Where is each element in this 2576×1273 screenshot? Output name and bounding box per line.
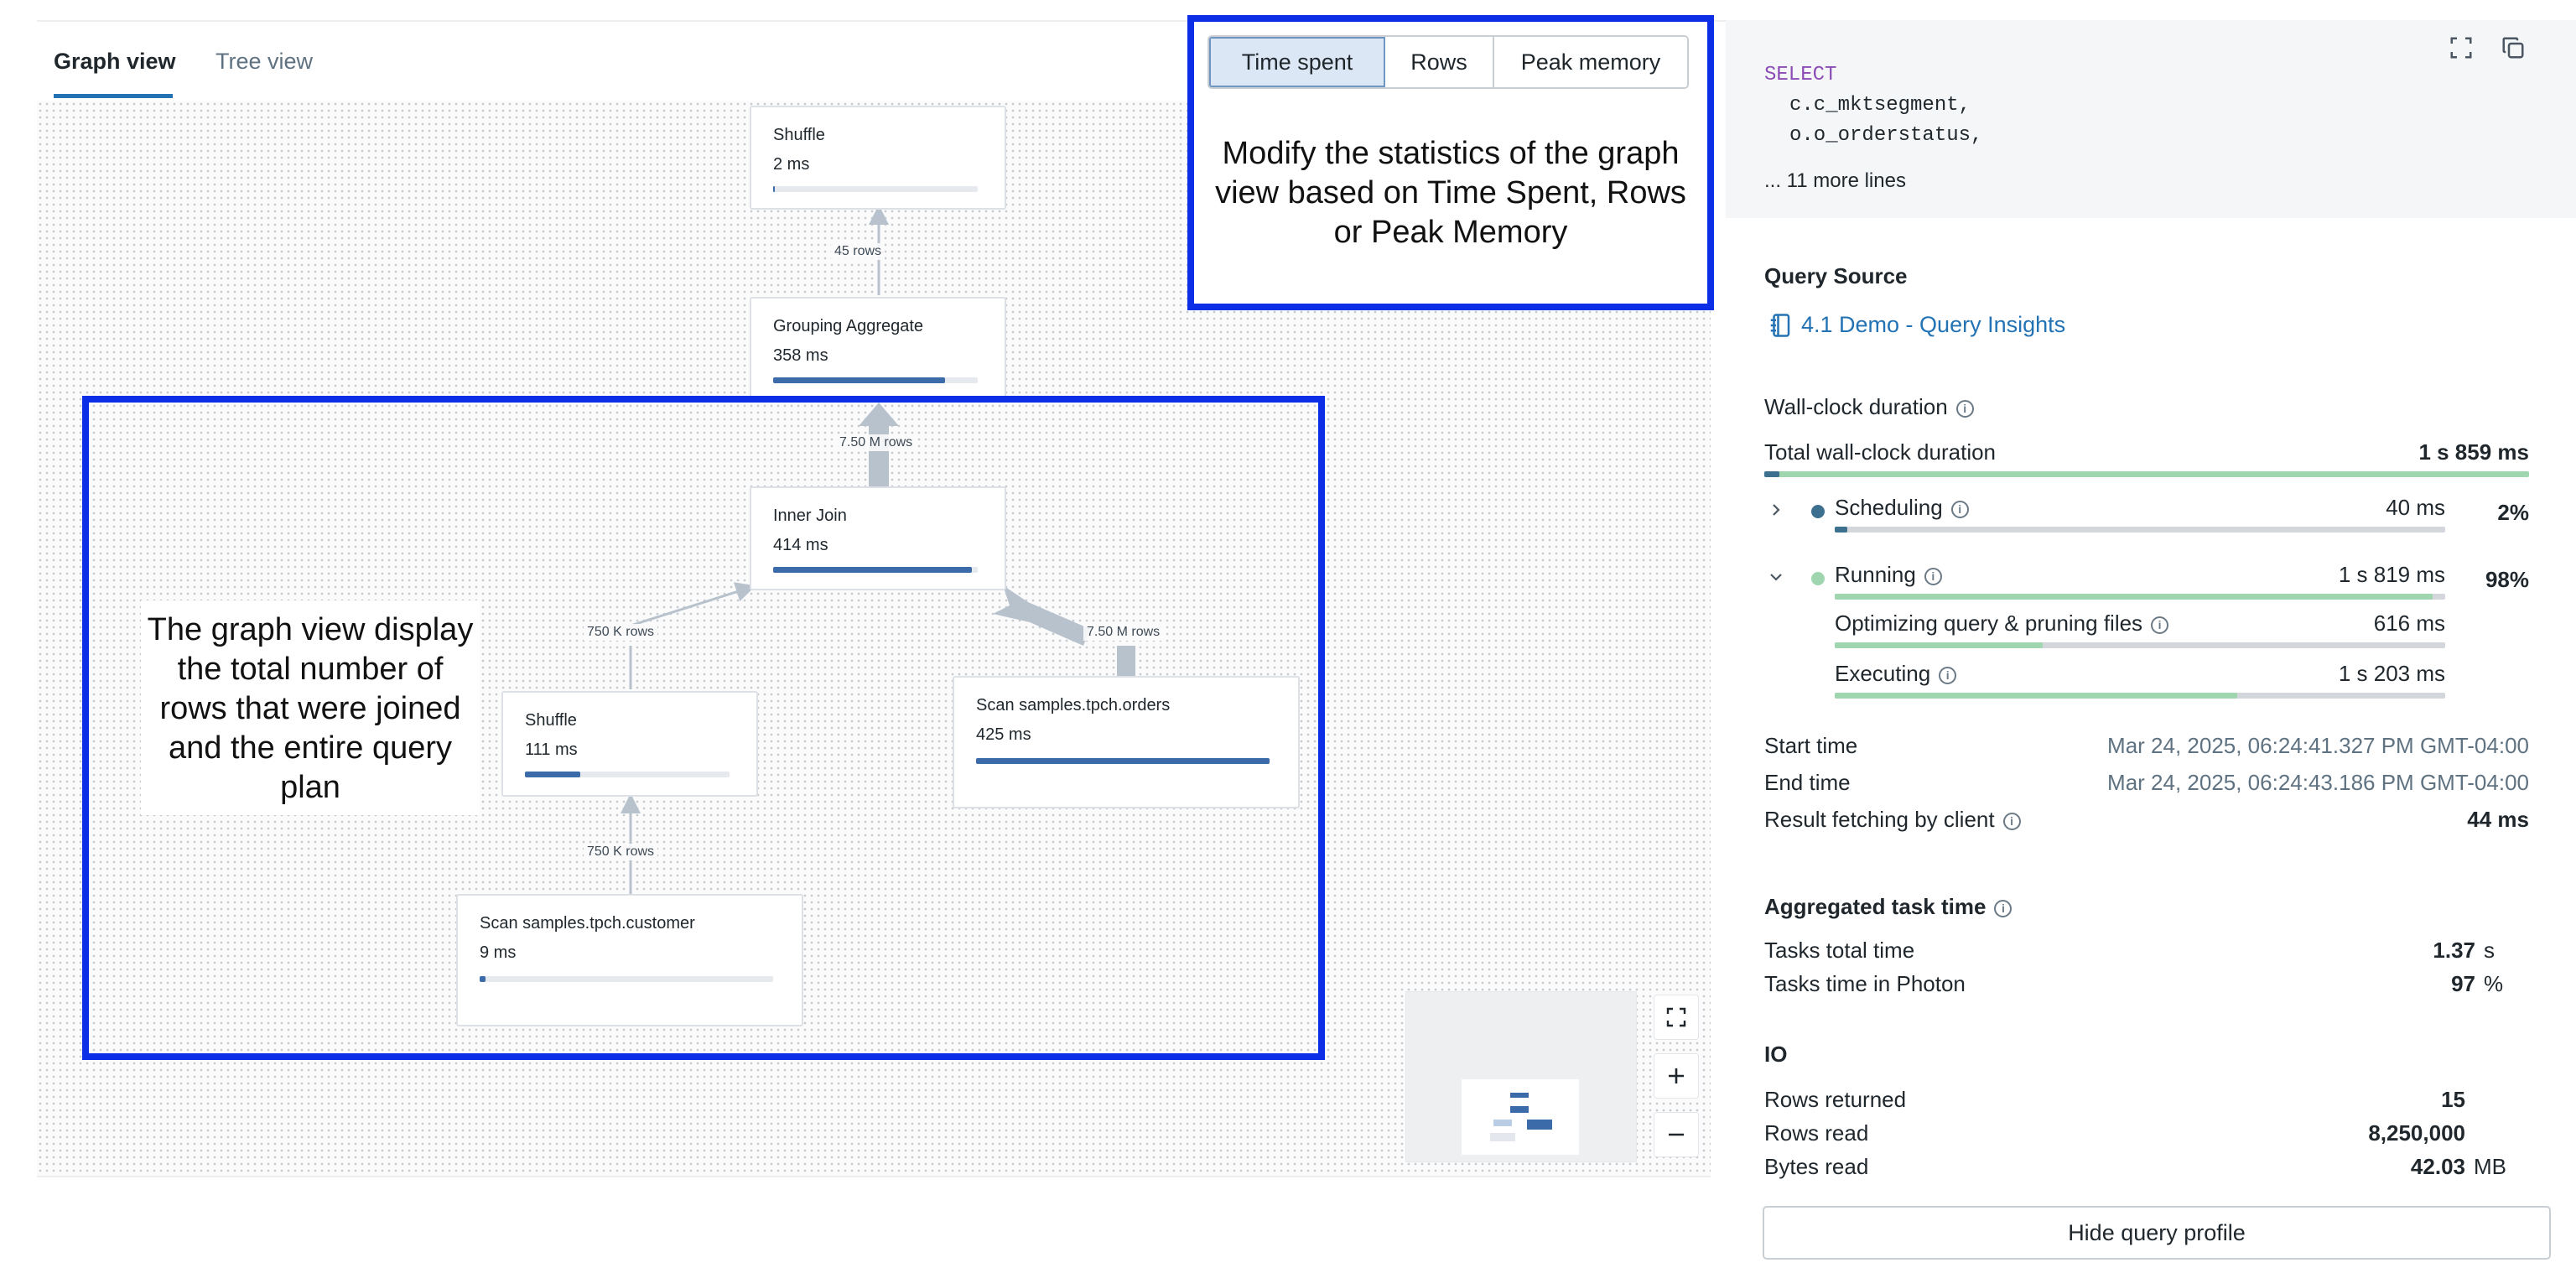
result-fetching-label: Result fetching by client i: [1764, 807, 2021, 833]
scheduling-label: Scheduling i: [1835, 495, 1969, 521]
scheduling-label-text: Scheduling: [1835, 495, 1943, 520]
result-fetching-value: 44 ms: [2467, 807, 2529, 832]
rows-returned-value: 15: [2441, 1087, 2465, 1112]
tasks-total-time-label: Tasks total time: [1764, 938, 1915, 963]
tasks-total-time-value: 1.37: [2433, 938, 2475, 963]
bytes-read-value: 42.03: [2410, 1154, 2465, 1179]
start-time-value: Mar 24, 2025, 06:24:41.327 PM GMT-04:00: [2107, 733, 2529, 758]
result-fetching-label-text: Result fetching by client: [1764, 807, 1995, 832]
total-wall-clock-label: Total wall-clock duration: [1764, 439, 1997, 465]
rows-returned-label: Rows returned: [1764, 1087, 1907, 1112]
info-icon[interactable]: i: [2151, 616, 2169, 634]
wall-clock-title-text: Wall-clock duration: [1764, 394, 1948, 419]
scheduling-value: 40 ms: [2386, 495, 2445, 520]
executing-bar: [1835, 693, 2445, 699]
minimap-node: [1510, 1093, 1529, 1098]
query-source-link-text: 4.1 Demo - Query Insights: [1801, 312, 2066, 337]
toggle-peak-memory[interactable]: Peak memory: [1494, 37, 1687, 87]
sql-line: c.c_mktsegment,: [1789, 94, 1971, 117]
running-bar: [1835, 594, 2445, 600]
node-time: 2 ms: [773, 155, 810, 174]
info-icon[interactable]: i: [2002, 812, 2021, 830]
io-title: IO: [1764, 1042, 1788, 1067]
sql-preview[interactable]: SELECT c.c_mktsegment, o.o_orderstatus, …: [1726, 20, 2576, 218]
graph-annotation-text: The graph view display the total number …: [147, 612, 474, 805]
running-legend-dot: [1811, 572, 1825, 585]
tasks-photon-unit: %: [2484, 971, 2504, 996]
minimap-node: [1510, 1106, 1529, 1113]
node-time-bar: [773, 186, 978, 192]
sql-keyword: SELECT: [1764, 64, 1837, 86]
node-time: 358 ms: [773, 346, 828, 365]
toggle-time-spent[interactable]: Time spent: [1209, 37, 1385, 87]
copy-icon[interactable]: [2501, 35, 2526, 60]
node-name: Shuffle: [773, 126, 825, 144]
tasks-photon-label: Tasks time in Photon: [1764, 971, 1966, 996]
info-icon[interactable]: i: [1994, 899, 2012, 917]
info-icon[interactable]: i: [1924, 567, 1942, 585]
rows-read-value: 8,250,000: [2368, 1120, 2465, 1146]
node-name: Grouping Aggregate: [773, 317, 924, 335]
info-icon[interactable]: i: [1950, 500, 1969, 518]
aggregated-title-text: Aggregated task time: [1764, 894, 1987, 919]
info-icon[interactable]: i: [1939, 666, 1957, 684]
query-source-title: Query Source: [1764, 263, 1908, 288]
optimizing-label-text: Optimizing query & pruning files: [1835, 611, 2143, 636]
wall-clock-title: Wall-clock duration i: [1764, 394, 1974, 420]
info-icon[interactable]: i: [1955, 399, 1974, 418]
fit-view-icon: [1666, 1007, 1686, 1027]
chevron-right-icon[interactable]: [1768, 501, 1784, 518]
toggle-rows[interactable]: Rows: [1385, 37, 1494, 87]
executing-label: Executing i: [1835, 661, 1957, 687]
executing-label-text: Executing: [1835, 661, 1931, 686]
sql-line: o.o_orderstatus,: [1789, 124, 1983, 147]
query-source-link[interactable]: 4.1 Demo - Query Insights: [1769, 312, 2065, 338]
minimap-node: [1527, 1120, 1552, 1130]
notebook-icon: [1770, 313, 1790, 337]
end-time-value: Mar 24, 2025, 06:24:43.186 PM GMT-04:00: [2107, 770, 2529, 795]
node-time-bar: [773, 377, 978, 383]
node-grouping-aggregate[interactable]: Grouping Aggregate 358 ms: [750, 297, 1006, 401]
sql-more-lines[interactable]: ... 11 more lines: [1764, 169, 1906, 193]
optimizing-value: 616 ms: [2373, 611, 2445, 636]
minimap-node: [1493, 1120, 1512, 1126]
end-time-label: End time: [1764, 770, 1851, 795]
bytes-read-label: Bytes read: [1764, 1154, 1869, 1179]
chevron-down-icon[interactable]: [1768, 569, 1784, 585]
scheduling-percent: 2%: [2497, 500, 2529, 525]
stats-annotation-text: Modify the statistics of the graph view …: [1215, 136, 1686, 250]
optimizing-label: Optimizing query & pruning files i: [1835, 611, 2169, 636]
aggregated-task-time-title: Aggregated task time i: [1764, 894, 2012, 920]
hide-query-profile-button[interactable]: Hide query profile: [1763, 1206, 2551, 1260]
running-label: Running i: [1835, 562, 1942, 588]
minimap-node: [1490, 1133, 1515, 1141]
zoom-out-button[interactable]: [1654, 1112, 1699, 1157]
edge-label-45-rows: 45 rows: [831, 243, 886, 260]
start-time-label: Start time: [1764, 733, 1858, 758]
scheduling-bar: [1835, 527, 2445, 533]
scheduling-legend-dot: [1811, 505, 1825, 518]
optimizing-bar: [1835, 642, 2445, 648]
fit-view-button[interactable]: [1654, 995, 1699, 1040]
running-percent: 98%: [2485, 567, 2529, 592]
zoom-in-button[interactable]: [1654, 1053, 1699, 1099]
rows-read-label: Rows read: [1764, 1120, 1869, 1146]
node-shuffle-top[interactable]: Shuffle 2 ms: [750, 106, 1006, 210]
graph-minimap[interactable]: [1405, 991, 1637, 1162]
minimap-viewport: [1462, 1079, 1579, 1155]
tasks-photon-value: 97: [2451, 971, 2475, 996]
tasks-total-time-unit: s: [2484, 938, 2495, 963]
running-label-text: Running: [1835, 562, 1916, 587]
plus-icon: [1669, 1068, 1684, 1083]
executing-value: 1 s 203 ms: [2338, 661, 2445, 686]
expand-icon[interactable]: [2449, 35, 2474, 60]
minus-icon: [1669, 1133, 1684, 1136]
total-wall-clock-bar: [1764, 471, 2529, 477]
total-wall-clock-value: 1 s 859 ms: [2418, 439, 2529, 465]
statistic-toggle: Time spent Rows Peak memory: [1208, 35, 1689, 89]
running-value: 1 s 819 ms: [2338, 562, 2445, 587]
bytes-read-unit: MB: [2474, 1154, 2506, 1179]
